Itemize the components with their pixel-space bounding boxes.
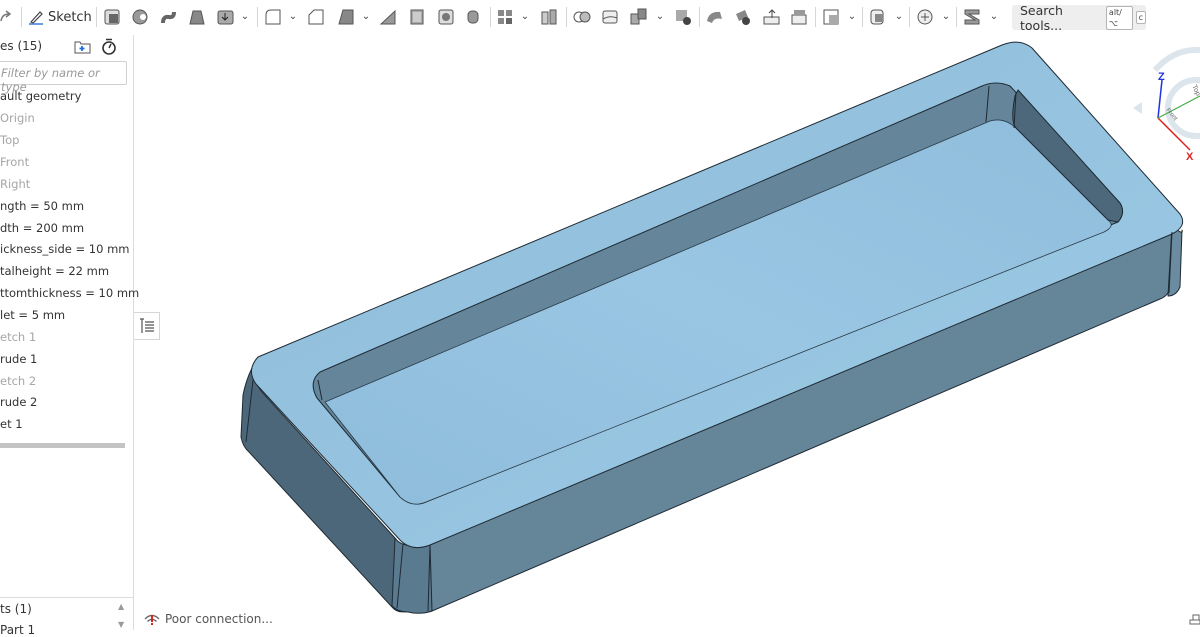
variable-item[interactable]: ttomthickness = 10 mm — [0, 286, 139, 300]
variable-item[interactable]: ickness_side = 10 mm — [0, 242, 129, 256]
plane-icon[interactable] — [823, 7, 839, 27]
part-item[interactable]: Part 1 — [0, 623, 35, 637]
sketch-icon — [29, 11, 43, 25]
sketch-label: Sketch — [48, 9, 92, 25]
redo-icon[interactable] — [0, 7, 12, 27]
transform-icon[interactable] — [630, 7, 648, 27]
rollback-timer-icon[interactable] — [101, 38, 117, 59]
measure-icon[interactable] — [1189, 614, 1200, 625]
list-icon — [139, 318, 154, 333]
thicken-dropdown-chevron-icon[interactable]: ⌄ — [240, 10, 250, 24]
feature-item[interactable]: ault geometry — [0, 89, 81, 103]
replace-face-icon[interactable] — [791, 7, 807, 27]
feature-item[interactable]: etch 2 — [0, 374, 36, 388]
boolean-icon[interactable] — [573, 7, 591, 27]
hole-icon[interactable] — [438, 7, 454, 27]
variable-item[interactable]: dth = 200 mm — [0, 221, 84, 235]
model-viewport[interactable]: Z X Front Top — [0, 0, 1200, 630]
scroll-down-icon[interactable]: ▼ — [118, 620, 124, 629]
feature-item[interactable]: rude 1 — [0, 352, 37, 366]
plane-dropdown-chevron-icon[interactable]: ⌄ — [847, 10, 857, 24]
draft-dropdown-chevron-icon[interactable]: ⌄ — [361, 10, 371, 24]
toolbar: Sketch ⌄ ⌄ ⌄ ⌄ ⌄ ⌄ ⌄ ⌄ ⌄ Search tools...… — [0, 0, 1200, 34]
move-face-icon[interactable] — [763, 7, 781, 27]
shortcut-key-alt: alt/⌥ — [1105, 5, 1133, 30]
z-axis-label: Z — [1158, 71, 1165, 83]
chamfer-icon[interactable] — [308, 7, 324, 27]
rib-icon[interactable] — [380, 7, 396, 27]
shell-icon[interactable] — [410, 7, 424, 27]
extrude-icon[interactable] — [104, 7, 120, 27]
cylinder-icon[interactable] — [467, 7, 479, 27]
search-tools-placeholder: Search tools... — [1020, 2, 1063, 33]
shortcut-key-c: c — [1135, 11, 1146, 24]
delete-face-icon[interactable] — [735, 7, 751, 27]
tray-part[interactable] — [240, 41, 1184, 614]
add-folder-icon[interactable] — [74, 39, 91, 58]
transform-dropdown-chevron-icon[interactable]: ⌄ — [655, 10, 665, 24]
thicken-icon[interactable] — [217, 7, 235, 27]
fillet-icon[interactable] — [265, 7, 281, 27]
sheet-metal-icon[interactable] — [964, 7, 982, 27]
search-tools-input[interactable]: Search tools... alt/⌥ c — [1012, 2, 1146, 33]
fillet-dropdown-chevron-icon[interactable]: ⌄ — [288, 10, 298, 24]
modify-fillet-icon[interactable] — [706, 7, 724, 27]
loft-icon[interactable] — [189, 7, 205, 27]
rotate-left-arrow-icon[interactable] — [1133, 102, 1142, 114]
mate-connector-icon[interactable] — [917, 7, 933, 27]
helix-dropdown-chevron-icon[interactable]: ⌄ — [894, 10, 904, 24]
feature-item[interactable]: Right — [0, 177, 30, 191]
feature-item[interactable]: Origin — [0, 111, 35, 125]
variable-item[interactable]: talheight = 22 mm — [0, 264, 109, 278]
feature-item[interactable]: rude 2 — [0, 395, 37, 409]
horizontal-scrollbar[interactable] — [0, 443, 125, 448]
draft-icon[interactable] — [338, 7, 354, 27]
z-axis-line — [1157, 79, 1163, 119]
connection-status-text: Poor connection... — [165, 612, 273, 626]
view-cube[interactable]: Z X Front Top — [1133, 46, 1200, 163]
x-axis-label: X — [1186, 151, 1194, 163]
pattern-dropdown-chevron-icon[interactable]: ⌄ — [520, 10, 530, 24]
variable-item[interactable]: let = 5 mm — [0, 308, 65, 322]
rotate-arrow-icon[interactable] — [1152, 46, 1200, 73]
split-icon[interactable] — [602, 7, 618, 27]
connection-status: Poor connection... — [144, 612, 273, 626]
poor-connection-icon — [144, 614, 160, 625]
feature-item[interactable]: Front — [0, 155, 29, 169]
parts-divider — [0, 597, 133, 598]
linear-pattern-icon[interactable] — [497, 7, 513, 27]
feature-item[interactable]: Top — [0, 133, 19, 147]
features-title: es (15) — [0, 39, 43, 53]
parts-title: ts (1) — [0, 602, 32, 616]
feature-list-panel: es (15) Filter by name or type ault geom… — [0, 35, 139, 637]
feature-list-toggle[interactable] — [134, 312, 160, 340]
variable-item[interactable]: ngth = 50 mm — [0, 199, 84, 213]
y-axis-line — [1157, 95, 1200, 119]
sketch-button[interactable]: Sketch — [28, 6, 92, 28]
mate-dropdown-chevron-icon[interactable]: ⌄ — [941, 10, 951, 24]
feature-item[interactable]: et 1 — [0, 417, 23, 431]
mirror-icon[interactable] — [541, 7, 557, 27]
feature-item[interactable]: etch 1 — [0, 330, 36, 344]
revolve-icon[interactable] — [132, 7, 148, 27]
sheet-metal-dropdown-chevron-icon[interactable]: ⌄ — [989, 10, 999, 24]
scroll-up-icon[interactable]: ▲ — [118, 602, 124, 611]
top-face-label[interactable]: Top — [1190, 84, 1200, 97]
helix-icon[interactable] — [870, 7, 886, 27]
sweep-icon[interactable] — [160, 7, 178, 27]
delete-part-icon[interactable] — [675, 7, 691, 27]
filter-input[interactable]: Filter by name or type — [0, 61, 127, 94]
